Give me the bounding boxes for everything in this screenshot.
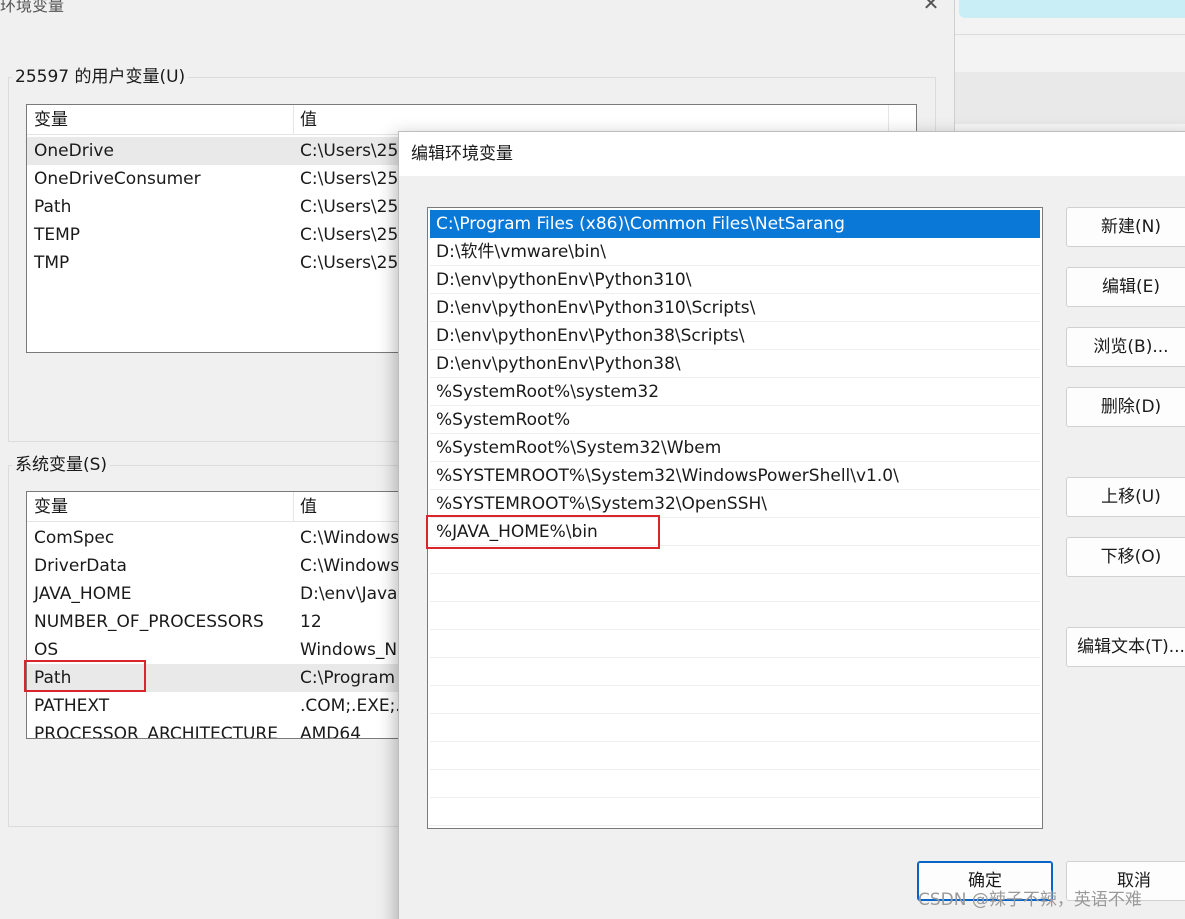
move-up-button[interactable]: 上移(U) <box>1066 477 1185 517</box>
empty-row[interactable] <box>430 714 1040 742</box>
variable-name: TMP <box>34 253 70 273</box>
background-band <box>955 72 1185 124</box>
variable-name: PATHEXT <box>34 696 110 716</box>
path-entry[interactable]: D:\软件\vmware\bin\ <box>430 238 1040 266</box>
background-divider <box>955 34 1185 35</box>
empty-row[interactable] <box>430 770 1040 798</box>
window-title: 环境变量 <box>0 0 65 15</box>
variable-value: C:\Program <box>300 668 396 688</box>
variable-value: Windows_N <box>300 640 398 660</box>
column-header-variable[interactable]: 变量 <box>27 105 68 135</box>
variable-name: JAVA_HOME <box>34 584 132 604</box>
variable-value: 12 <box>300 612 322 632</box>
edit-environment-variable-dialog: 编辑环境变量 C:\Program Files (x86)\Common Fil… <box>398 131 1185 919</box>
path-entry[interactable]: %SYSTEMROOT%\System32\WindowsPowerShell\… <box>430 462 1040 490</box>
path-entry[interactable]: %SystemRoot%\System32\Wbem <box>430 434 1040 462</box>
delete-button[interactable]: 删除(D) <box>1066 387 1185 427</box>
edit-button[interactable]: 编辑(E) <box>1066 267 1185 307</box>
variable-name: DriverData <box>34 556 127 576</box>
java-home-highlight-box <box>426 515 660 549</box>
empty-row[interactable] <box>430 686 1040 714</box>
variable-name: Path <box>34 197 72 217</box>
new-button[interactable]: 新建(N) <box>1066 207 1185 247</box>
variable-name: ComSpec <box>34 528 115 548</box>
path-entry[interactable]: %SYSTEMROOT%\System32\OpenSSH\ <box>430 490 1040 518</box>
empty-row[interactable] <box>430 798 1040 826</box>
variable-name: OneDrive <box>34 141 114 161</box>
path-entry[interactable]: D:\env\pythonEnv\Python310\ <box>430 266 1040 294</box>
path-entry[interactable]: D:\env\pythonEnv\Python38\ <box>430 350 1040 378</box>
path-entry-selected[interactable]: C:\Program Files (x86)\Common Files\NetS… <box>430 210 1040 238</box>
dialog-titlebar[interactable]: 编辑环境变量 <box>399 132 1185 176</box>
empty-row[interactable] <box>430 742 1040 770</box>
variable-value: C:\Users\25 <box>300 169 399 189</box>
user-variables-legend: 25597 的用户变量(U) <box>12 66 189 88</box>
edit-text-button[interactable]: 编辑文本(T)... <box>1066 627 1185 667</box>
variable-value: C:\Users\25 <box>300 253 399 273</box>
variable-value: C:\Users\25 <box>300 225 399 245</box>
variable-name: OneDriveConsumer <box>34 169 201 189</box>
variable-value: C:\Users\25 <box>300 197 399 217</box>
path-entry[interactable]: D:\env\pythonEnv\Python310\Scripts\ <box>430 294 1040 322</box>
column-header-value[interactable]: 值 <box>293 492 317 522</box>
variable-name: TEMP <box>34 225 81 245</box>
column-header-variable[interactable]: 变量 <box>27 492 68 522</box>
empty-row[interactable] <box>430 574 1040 602</box>
move-down-button[interactable]: 下移(O) <box>1066 537 1185 577</box>
close-icon[interactable]: ✕ <box>918 0 944 16</box>
empty-row[interactable] <box>430 630 1040 658</box>
path-entry[interactable]: %SystemRoot%\system32 <box>430 378 1040 406</box>
empty-row[interactable] <box>430 546 1040 574</box>
column-header-value[interactable]: 值 <box>293 105 317 135</box>
system-variables-legend: 系统变量(S) <box>12 454 111 476</box>
browse-button[interactable]: 浏览(B)... <box>1066 327 1185 367</box>
dialog-title: 编辑环境变量 <box>411 144 513 164</box>
background-notification <box>959 0 1185 18</box>
path-entry[interactable]: %SystemRoot% <box>430 406 1040 434</box>
path-entry[interactable]: D:\env\pythonEnv\Python38\Scripts\ <box>430 322 1040 350</box>
path-highlight-box <box>24 660 146 692</box>
variable-value: .COM;.EXE;. <box>300 696 401 716</box>
variable-name: NUMBER_OF_PROCESSORS <box>34 612 264 632</box>
variable-name: PROCESSOR_ARCHITECTURE <box>34 724 278 739</box>
variable-value: C:\Windows <box>300 528 400 548</box>
variable-value: C:\Windows <box>300 556 400 576</box>
variable-value: D:\env\Java <box>300 584 398 604</box>
empty-row[interactable] <box>430 658 1040 686</box>
empty-row[interactable] <box>430 602 1040 630</box>
variable-value: C:\Users\25 <box>300 141 399 161</box>
csdn-watermark: CSDN @辣子不辣，英语不难 <box>918 890 1142 910</box>
variable-value: AMD64 <box>300 724 362 739</box>
